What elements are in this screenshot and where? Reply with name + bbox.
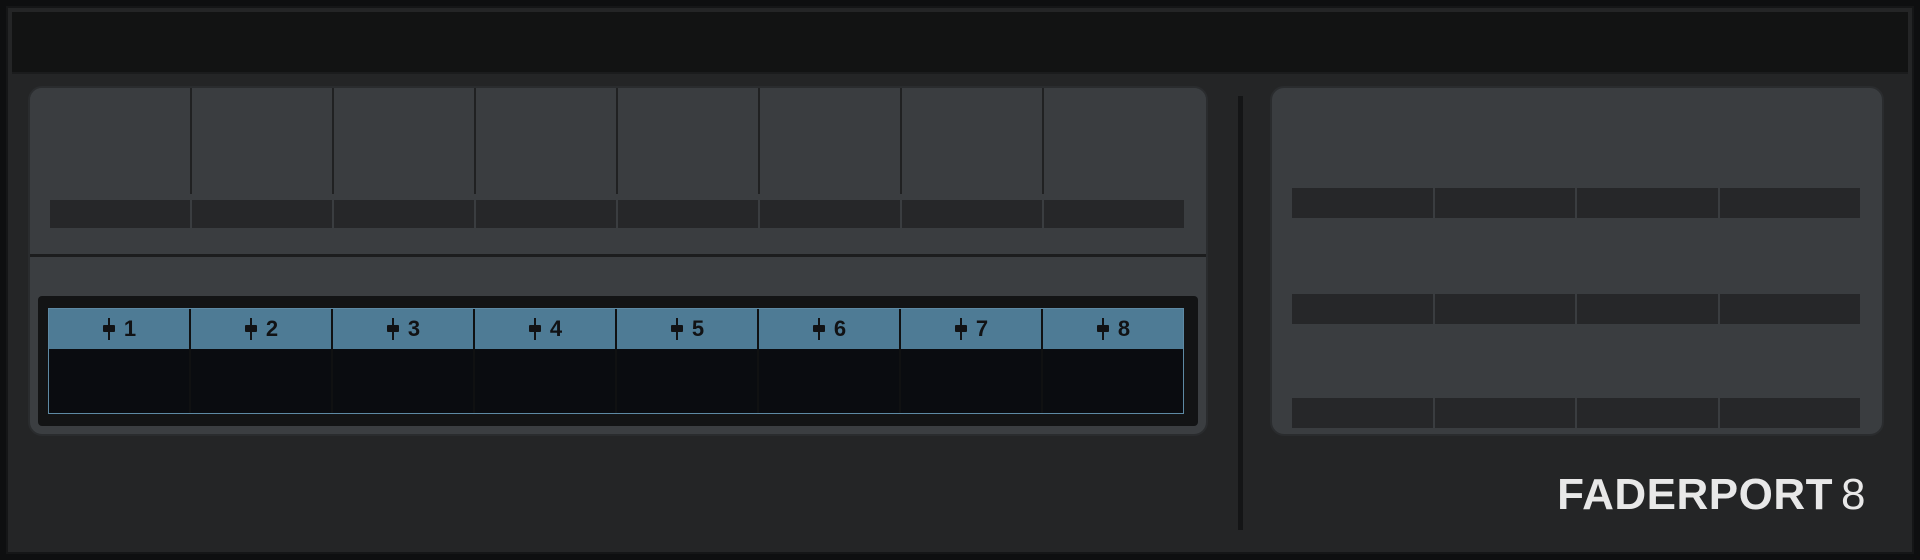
brand-logo: FADERPORT 8 <box>1557 470 1866 520</box>
button-slot[interactable] <box>1719 398 1860 428</box>
channel-number: 3 <box>407 316 421 341</box>
channel-label-slot-6[interactable] <box>760 200 902 228</box>
channel-label-slot-8[interactable] <box>1044 200 1184 228</box>
channel-label-slot-3[interactable] <box>334 200 476 228</box>
button-row-1 <box>1292 188 1860 218</box>
channel-label-slot-1[interactable] <box>50 200 192 228</box>
scribble-cell-5[interactable] <box>618 88 760 194</box>
button-slot[interactable] <box>1577 188 1720 218</box>
button-slot[interactable] <box>1719 188 1860 218</box>
button-slot[interactable] <box>1577 294 1720 324</box>
button-panel <box>1270 86 1884 436</box>
button-slot[interactable] <box>1434 294 1577 324</box>
button-row-2 <box>1292 294 1860 324</box>
channel-number: 8 <box>1117 316 1131 341</box>
channel-header: 8 <box>1043 309 1183 349</box>
channel-strip-6[interactable]: 6 <box>759 309 901 413</box>
scribble-cell-2[interactable] <box>192 88 334 194</box>
channel-strip-8[interactable]: 8 <box>1043 309 1183 413</box>
scribble-area <box>30 88 1206 257</box>
channel-header: 2 <box>191 309 331 349</box>
channel-screen <box>191 349 331 413</box>
channel-strip-4[interactable]: 4 <box>475 309 617 413</box>
channel-header: 4 <box>475 309 615 349</box>
brand-model: 8 <box>1841 470 1866 519</box>
channel-label-slot-5[interactable] <box>618 200 760 228</box>
channel-number: 6 <box>833 316 847 341</box>
channel-panel: 1 2 3 4 5 6 7 8 <box>28 86 1208 436</box>
fader-icon <box>812 318 826 340</box>
channel-screen <box>333 349 473 413</box>
scribble-cell-8[interactable] <box>1044 88 1184 194</box>
scribble-cell-1[interactable] <box>50 88 192 194</box>
channel-screen <box>475 349 615 413</box>
fader-icon <box>1096 318 1110 340</box>
fader-icon <box>102 318 116 340</box>
scribble-cell-6[interactable] <box>760 88 902 194</box>
channel-header: 7 <box>901 309 1041 349</box>
channel-header: 3 <box>333 309 473 349</box>
channel-label-slot-2[interactable] <box>192 200 334 228</box>
scribble-cell-3[interactable] <box>334 88 476 194</box>
channel-header: 6 <box>759 309 899 349</box>
fader-icon <box>244 318 258 340</box>
channel-strip-5[interactable]: 5 <box>617 309 759 413</box>
channel-number: 1 <box>123 316 137 341</box>
fader-icon <box>528 318 542 340</box>
channel-number: 7 <box>975 316 989 341</box>
fader-icon <box>954 318 968 340</box>
panel-divider <box>1238 96 1243 530</box>
channel-number: 4 <box>549 316 563 341</box>
button-slot[interactable] <box>1719 294 1860 324</box>
fader-icon <box>670 318 684 340</box>
button-slot[interactable] <box>1577 398 1720 428</box>
button-slot[interactable] <box>1434 188 1577 218</box>
channel-screen <box>617 349 757 413</box>
channel-screen <box>901 349 1041 413</box>
brand-name: FADERPORT <box>1557 470 1834 519</box>
button-slot[interactable] <box>1292 188 1435 218</box>
channel-strip-7[interactable]: 7 <box>901 309 1043 413</box>
channel-header: 1 <box>49 309 189 349</box>
scribble-cell-4[interactable] <box>476 88 618 194</box>
channel-display: 1 2 3 4 5 6 7 8 <box>48 308 1184 414</box>
channel-number: 2 <box>265 316 279 341</box>
channel-screen <box>1043 349 1183 413</box>
button-slot[interactable] <box>1292 398 1435 428</box>
channel-label-slot-7[interactable] <box>902 200 1044 228</box>
channel-screen <box>759 349 899 413</box>
channel-header: 5 <box>617 309 757 349</box>
button-slot[interactable] <box>1292 294 1435 324</box>
button-slot[interactable] <box>1434 398 1577 428</box>
title-bar <box>12 12 1908 74</box>
channel-strip-3[interactable]: 3 <box>333 309 475 413</box>
channel-label-slot-4[interactable] <box>476 200 618 228</box>
channel-strip-2[interactable]: 2 <box>191 309 333 413</box>
scribble-cell-7[interactable] <box>902 88 1044 194</box>
channel-number: 5 <box>691 316 705 341</box>
channel-strip-1[interactable]: 1 <box>49 309 191 413</box>
fader-icon <box>386 318 400 340</box>
channel-screen <box>49 349 189 413</box>
display-bezel: 1 2 3 4 5 6 7 8 <box>38 296 1198 426</box>
button-row-3 <box>1292 398 1860 428</box>
